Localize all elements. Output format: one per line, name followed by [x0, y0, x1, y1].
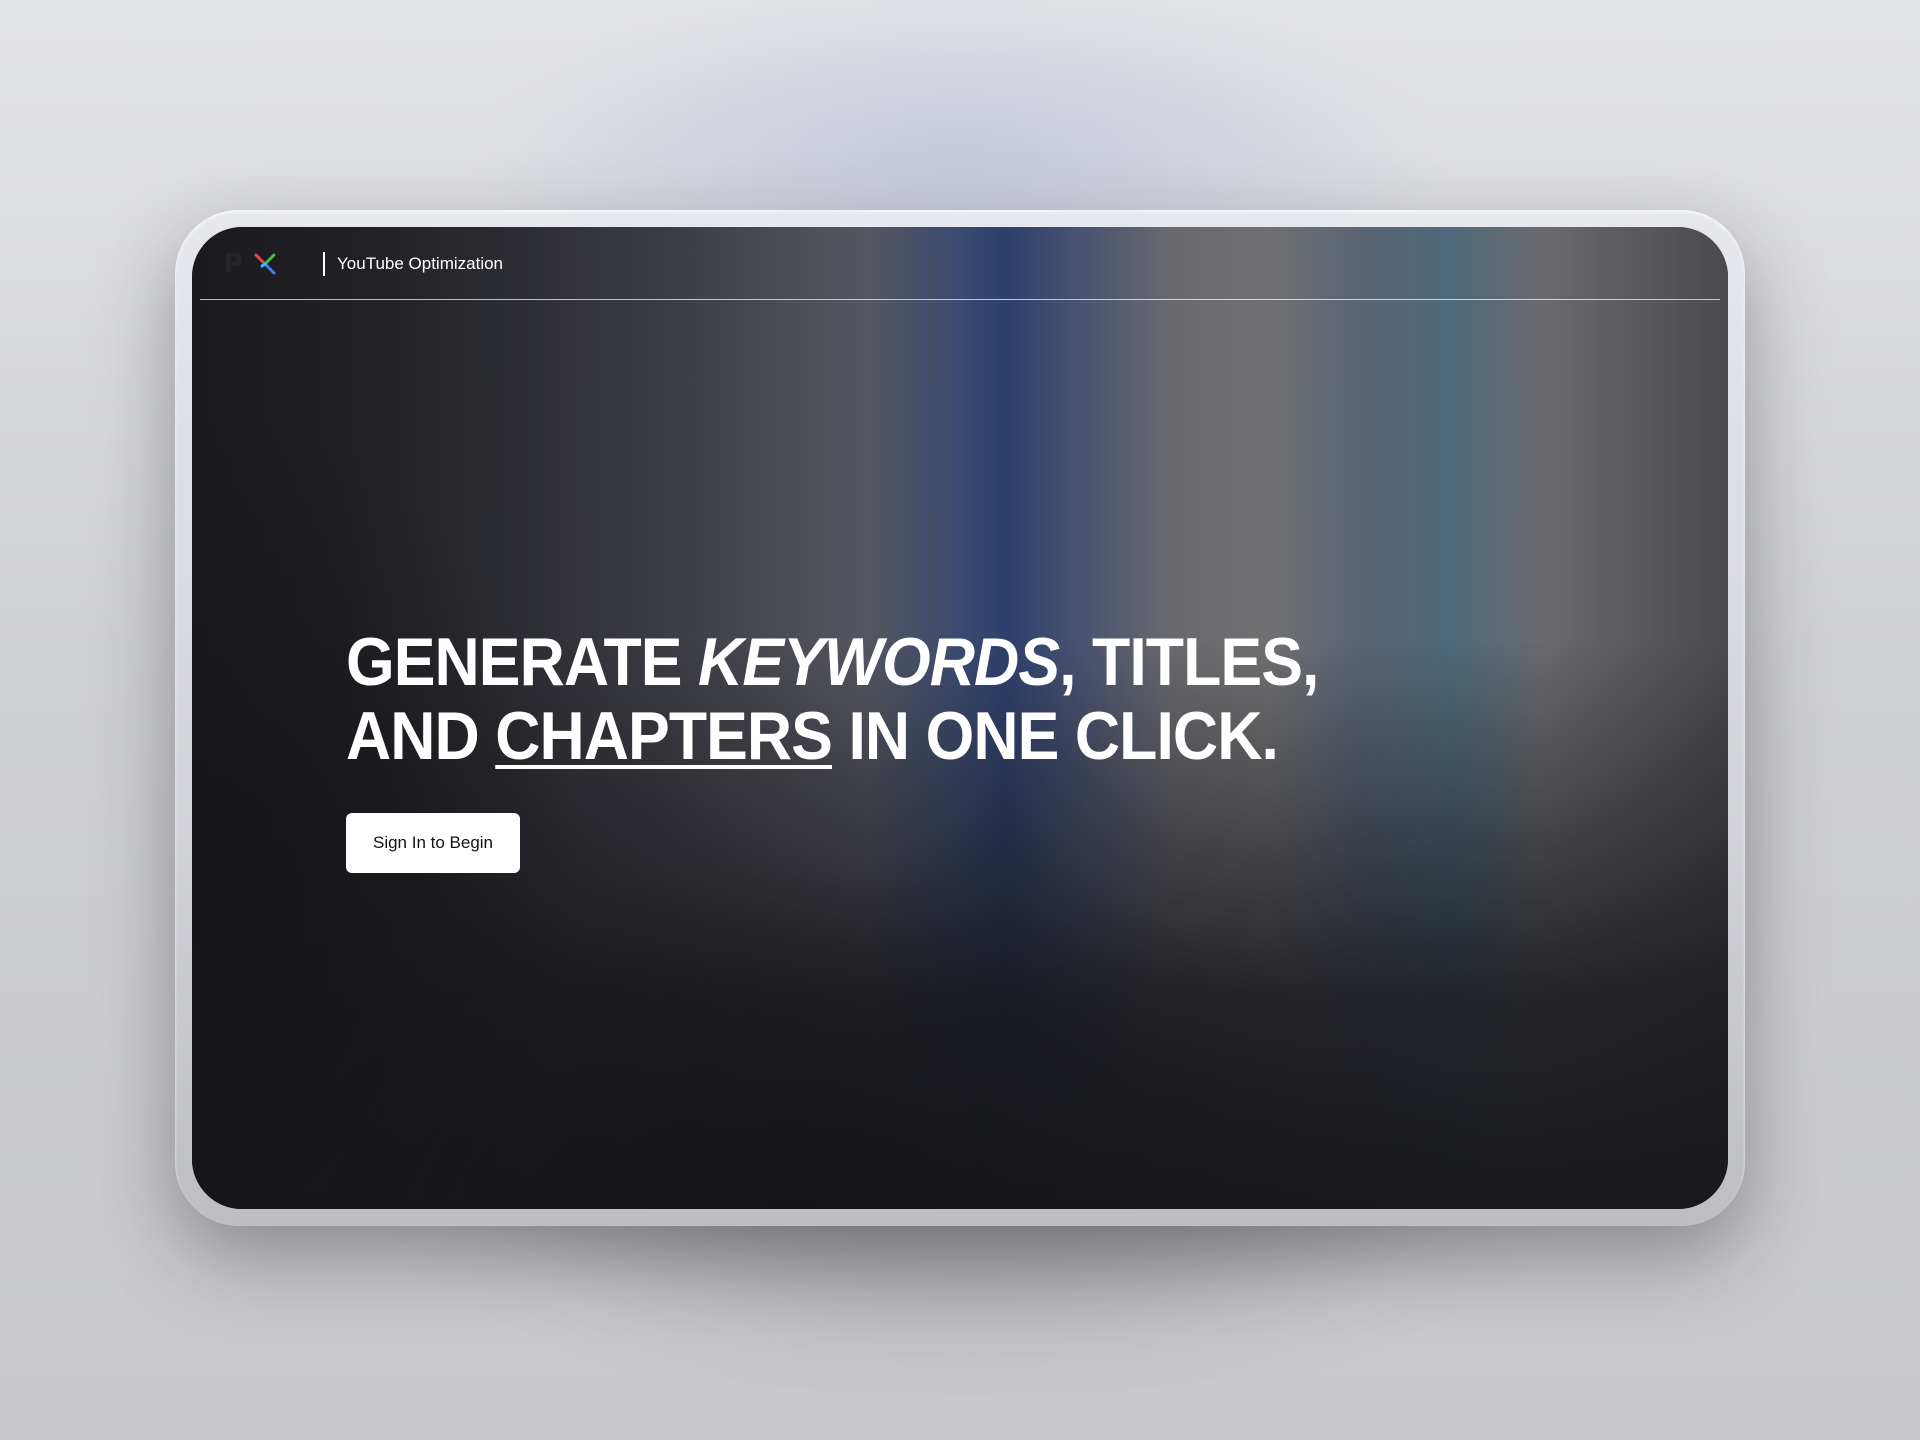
brand-logo[interactable]: P	[224, 249, 280, 279]
headline-text: , TITLES,	[1059, 624, 1319, 700]
app-screen: P YouTube Optimization GENERATE KEYWORDS…	[192, 227, 1728, 1209]
hero-section: GENERATE KEYWORDS, TITLES, AND CHAPTERS I…	[346, 625, 1446, 873]
multicolor-x-logo-icon	[254, 253, 276, 275]
headline-text: GENERATE	[346, 624, 699, 700]
top-navigation-bar: P YouTube Optimization	[192, 227, 1728, 302]
device-frame: P YouTube Optimization GENERATE KEYWORDS…	[175, 210, 1745, 1226]
headline-chapters-underlined: CHAPTERS	[495, 698, 833, 774]
header-divider	[200, 299, 1720, 300]
headline-text: AND	[346, 698, 496, 774]
hero-headline: GENERATE KEYWORDS, TITLES, AND CHAPTERS I…	[346, 625, 1358, 773]
logo-divider	[323, 252, 325, 276]
logo-letter: P	[224, 249, 244, 279]
product-name: YouTube Optimization	[337, 254, 504, 273]
sign-in-button[interactable]: Sign In to Begin	[346, 813, 520, 873]
headline-keywords-emphasis: KEYWORDS	[698, 624, 1060, 700]
headline-text: IN ONE CLICK.	[832, 698, 1278, 774]
